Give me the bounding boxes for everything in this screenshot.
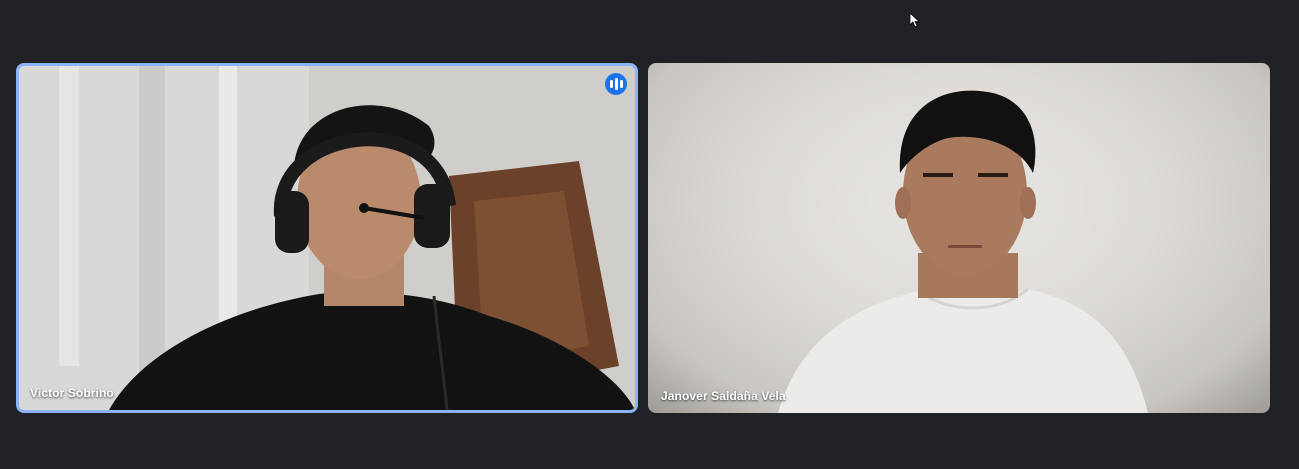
participant-tile-janover-saldana-vela[interactable]: Janover Saldaña Vela (648, 63, 1270, 413)
participant-name-label: Victor Sobrino (30, 386, 114, 400)
participant-video-feed (19, 66, 635, 410)
audio-level-icon (605, 73, 627, 95)
meeting-stage: Victor Sobrino Janover Saldaña Vela (0, 0, 1299, 469)
participant-name-label: Janover Saldaña Vela (661, 389, 786, 403)
participant-video-feed (778, 90, 1148, 413)
mouse-pointer-icon (910, 13, 920, 28)
participant-tile-victor-sobrino[interactable]: Victor Sobrino (16, 63, 638, 413)
